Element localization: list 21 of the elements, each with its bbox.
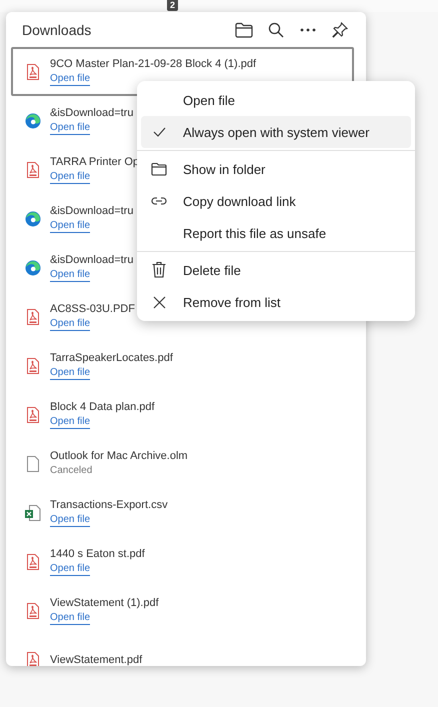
file-name: TarraSpeakerLocates.pdf (50, 352, 173, 364)
file-name: ViewStatement.pdf (50, 654, 142, 666)
file-name: &isDownload=tru (50, 106, 134, 118)
notification-badge: 2 (167, 0, 178, 11)
menu-label: Copy download link (183, 194, 296, 208)
file-name: Transactions-Export.csv (50, 498, 168, 510)
file-name: &isDownload=tru (50, 204, 134, 216)
file-name: AC8SS-03U.PDF (50, 302, 135, 314)
file-name: 9CO Master Plan-21-09-28 Block 4 (1).pdf (50, 58, 256, 70)
menu-label: Show in folder (183, 162, 266, 176)
file-name: Outlook for Mac Archive.olm (50, 450, 188, 462)
download-status: Canceled (50, 464, 94, 478)
panel-title: Downloads (22, 22, 92, 38)
file-name: Block 4 Data plan.pdf (50, 400, 155, 412)
file-name: 1440 s Eaton st.pdf (50, 548, 145, 560)
file-name: ViewStatement (1).pdf (50, 596, 159, 608)
file-name: &isDownload=tru (50, 254, 134, 266)
menu-label: Remove from list (183, 294, 281, 310)
menu-label: Delete file (183, 262, 241, 278)
menu-label: Report this file as unsafe (183, 226, 326, 240)
menu-label: Always open with system viewer (183, 124, 370, 140)
